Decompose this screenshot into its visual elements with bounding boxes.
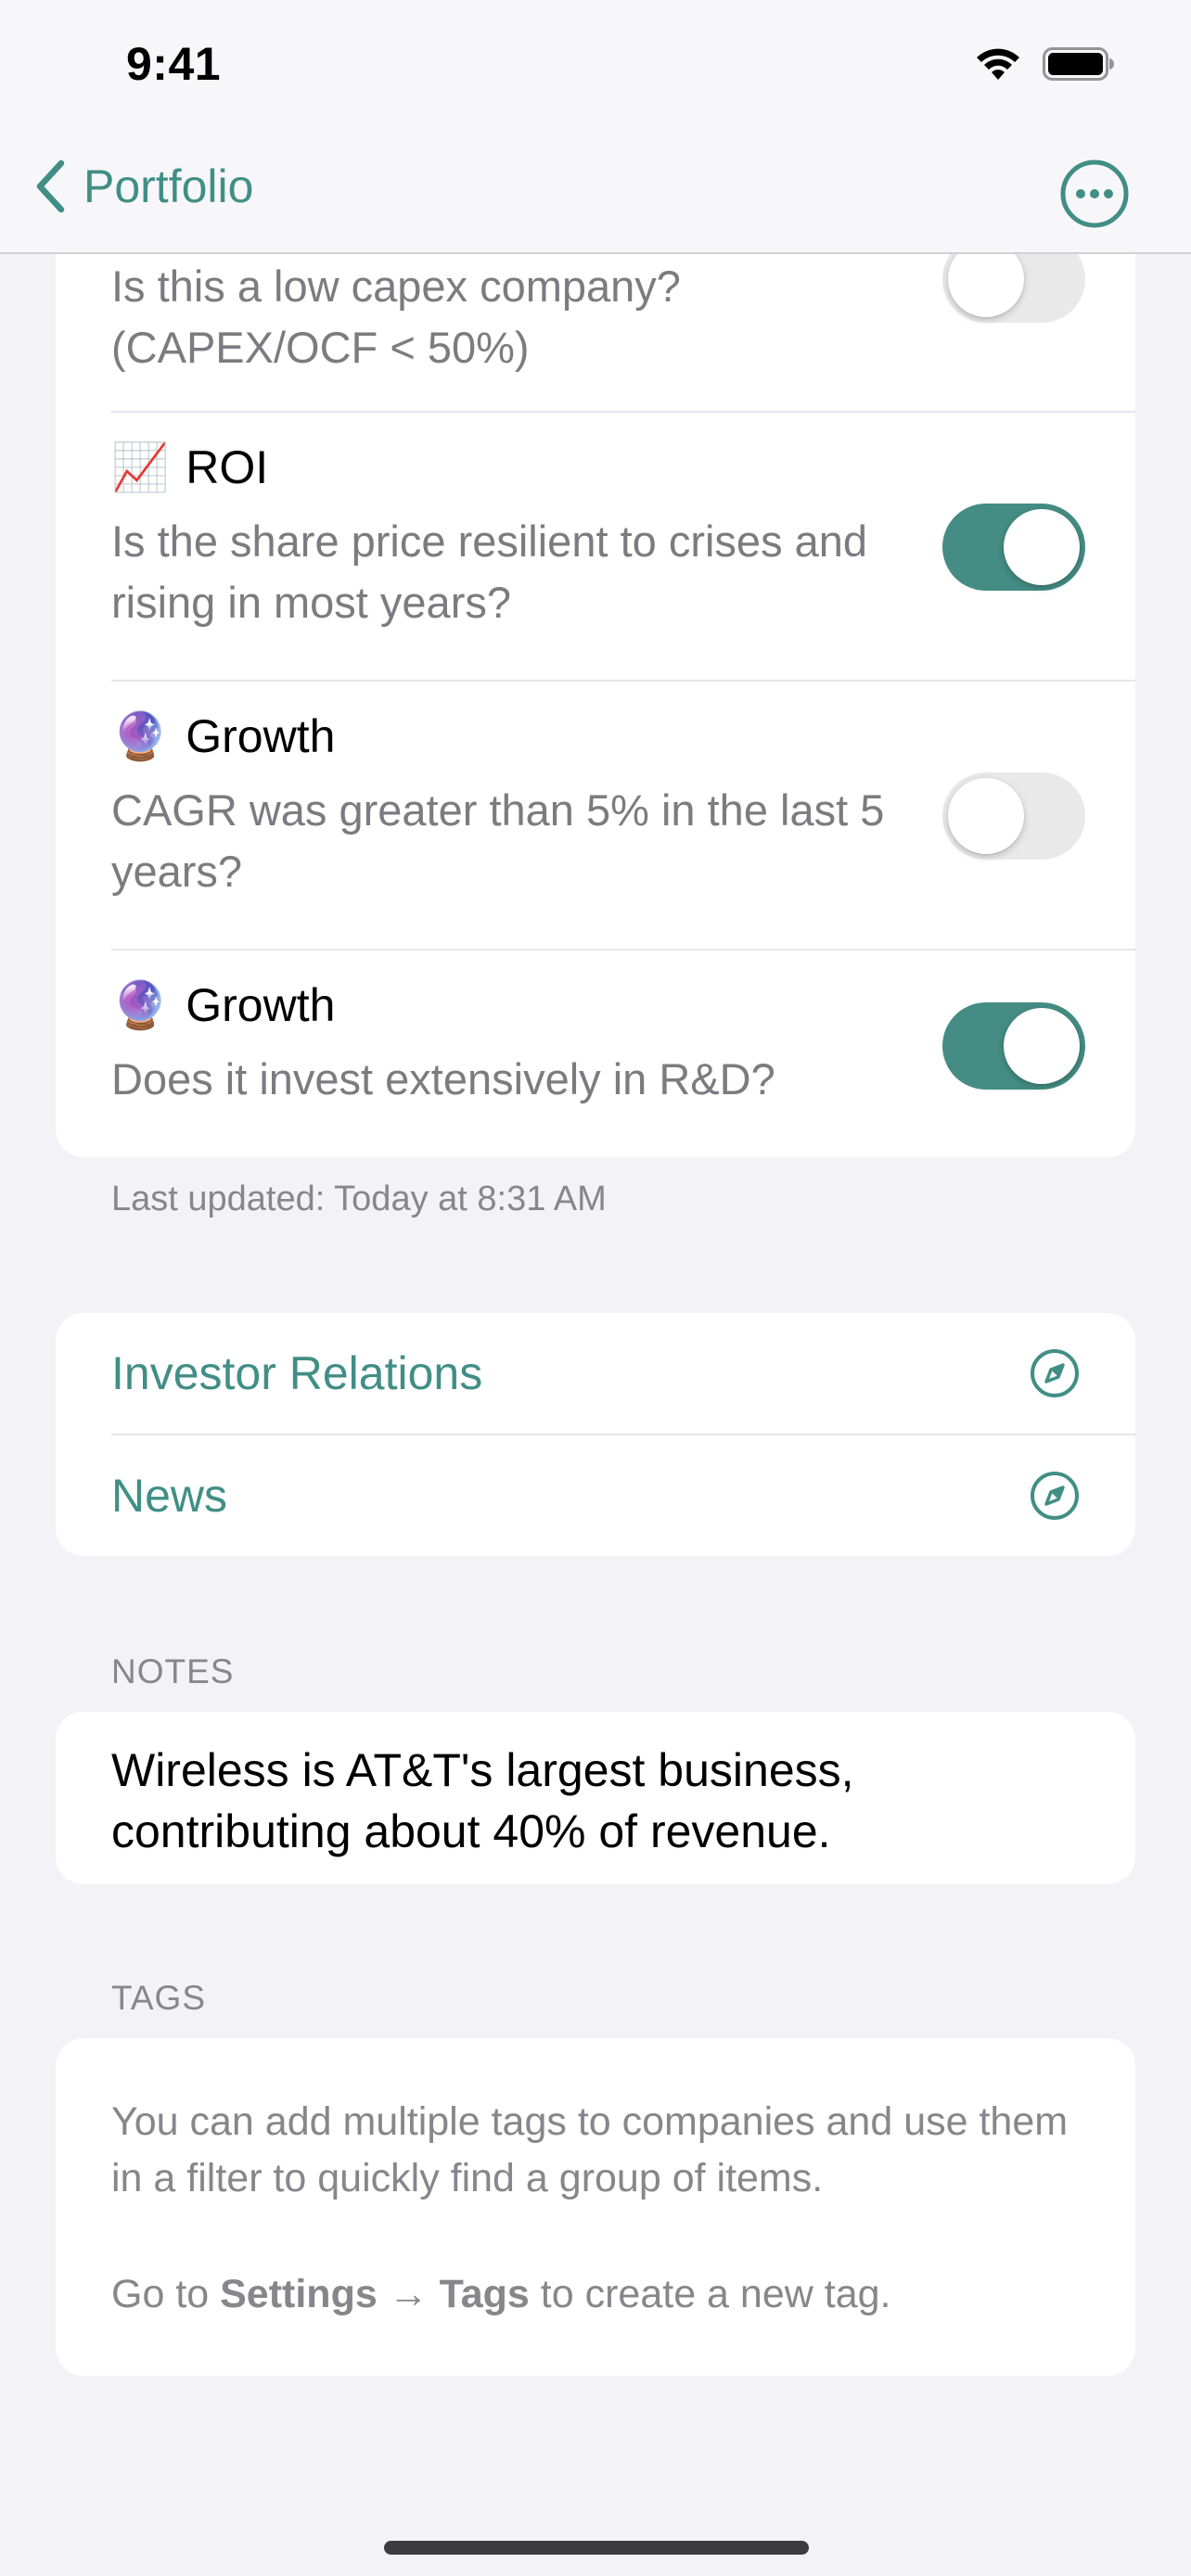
criteria-row: 🔮 Growth Does it invest extensively in R… <box>111 950 1135 1157</box>
tags-hint-settings: Settings <box>220 2272 378 2316</box>
criteria-subtitle: Does it invest extensively in R&D? <box>111 1054 775 1103</box>
crystal-ball-icon: 🔮 <box>111 709 170 763</box>
link-label: Investor Relations <box>111 1347 483 1399</box>
links-card: Investor Relations News <box>56 1313 1135 1556</box>
tags-header: TAGS <box>111 1979 206 2017</box>
toggle-knob <box>948 778 1024 854</box>
status-time: 9:41 <box>126 38 222 90</box>
tags-hint-arrow: → <box>377 2272 440 2316</box>
criteria-toggle[interactable] <box>942 1002 1085 1090</box>
criteria-title-label: Growth <box>186 979 336 1031</box>
notes-text[interactable]: Wireless is AT&T's largest business, con… <box>111 1740 1095 1862</box>
tags-hint-prefix: Go to <box>111 2272 221 2316</box>
criteria-title: 📈 ROI <box>111 440 268 494</box>
more-options-icon[interactable] <box>1059 159 1130 229</box>
back-button[interactable]: Portfolio <box>33 159 253 213</box>
criteria-subtitle: CAGR was greater than 5% in the last 5 y… <box>111 785 885 896</box>
criteria-title-label: ROI <box>186 441 269 493</box>
link-label: News <box>111 1470 228 1522</box>
tags-card: You can add multiple tags to companies a… <box>56 2038 1135 2376</box>
toggle-knob <box>1004 1008 1080 1084</box>
criteria-card: Is this a low capex company? (CAPEX/OCF … <box>56 176 1135 1157</box>
tags-hint-suffix: to create a new tag. <box>529 2272 891 2316</box>
compass-icon <box>1031 1472 1079 1520</box>
back-button-label: Portfolio <box>83 160 254 212</box>
criteria-row: 🔮 Growth CAGR was greater than 5% in the… <box>111 682 1135 949</box>
home-indicator <box>384 2541 809 2555</box>
status-icons <box>974 46 1115 82</box>
chevron-left-icon <box>36 159 65 213</box>
crystal-ball-icon: 🔮 <box>111 978 170 1032</box>
compass-icon <box>1031 1349 1079 1397</box>
criteria-subtitle: Is this a low capex company? (CAPEX/OCF … <box>111 261 681 372</box>
criteria-subtitle: Is the share price resilient to crises a… <box>111 516 868 627</box>
criteria-toggle[interactable] <box>942 504 1085 591</box>
news-link[interactable]: News <box>111 1435 1135 1556</box>
criteria-title-label: Growth <box>186 710 336 762</box>
notes-header: NOTES <box>111 1652 235 1690</box>
investor-relations-link[interactable]: Investor Relations <box>111 1313 1135 1434</box>
tags-hint: Go to Settings → Tags to create a new ta… <box>111 2266 1095 2323</box>
battery-icon <box>1043 47 1114 81</box>
criteria-title: 🔮 Growth <box>111 978 335 1032</box>
toggle-knob <box>1004 509 1080 585</box>
wifi-icon <box>977 48 1019 80</box>
criteria-row: 📈 ROI Is the share price resilient to cr… <box>111 413 1135 680</box>
tags-description: You can add multiple tags to companies a… <box>111 2099 1069 2200</box>
chart-increasing-icon: 📈 <box>111 440 170 494</box>
last-updated-caption: Last updated: Today at 8:31 AM <box>111 1180 607 1218</box>
tags-hint-tags: Tags <box>439 2272 530 2316</box>
criteria-toggle[interactable] <box>942 772 1085 860</box>
navigation-bar: 9:41 Portfolio <box>0 0 1191 254</box>
criteria-title: 🔮 Growth <box>111 709 335 763</box>
notes-card[interactable]: Wireless is AT&T's largest business, con… <box>56 1712 1135 1884</box>
